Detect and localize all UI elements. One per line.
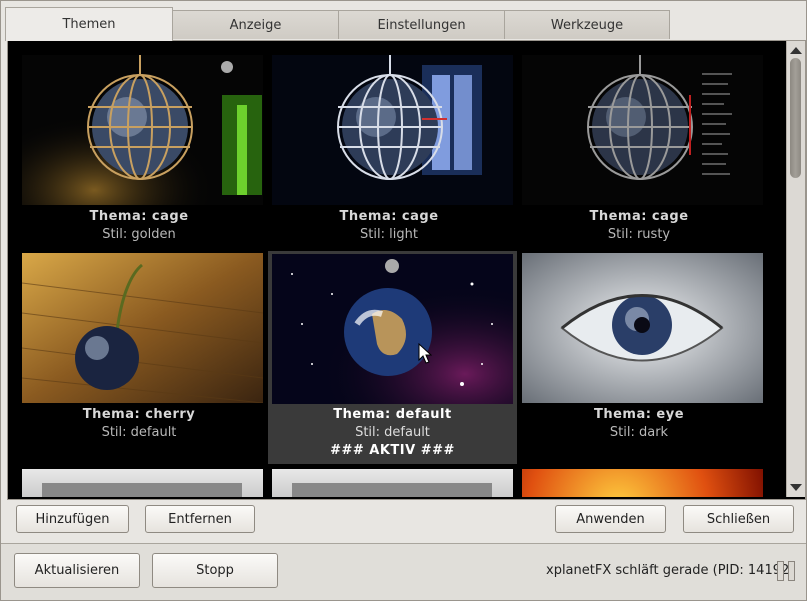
theme-thumbnail: [272, 469, 513, 497]
tab-einstellungen[interactable]: Einstellungen: [338, 10, 505, 39]
tab-werkzeuge[interactable]: Werkzeuge: [504, 10, 670, 39]
app-window: Themen Anzeige Einstellungen Werkzeuge T…: [0, 0, 807, 601]
theme-thumbnail: [272, 254, 513, 404]
theme-item-partial[interactable]: [14, 467, 264, 497]
theme-item-cage-light[interactable]: Thema: cage Stil: light: [264, 41, 514, 247]
theme-name: Thema: eye: [593, 407, 685, 422]
theme-item-partial[interactable]: [264, 467, 514, 497]
theme-name: Thema: cage: [339, 209, 439, 224]
theme-item-cage-rusty[interactable]: Thema: cage Stil: rusty: [514, 41, 764, 247]
tab-themen[interactable]: Themen: [5, 7, 173, 41]
theme-style: Stil: golden: [102, 227, 176, 242]
pause-icon[interactable]: [777, 561, 797, 581]
apply-button[interactable]: Anwenden: [555, 505, 666, 533]
theme-style: Stil: rusty: [607, 227, 671, 242]
theme-thumbnail: [22, 55, 263, 205]
theme-name: Thema: default: [333, 407, 452, 422]
theme-thumbnail: [272, 55, 513, 205]
theme-item-partial[interactable]: [514, 467, 764, 497]
theme-grid: Thema: cage Stil: golden Thema: cage Sti…: [8, 41, 784, 497]
theme-thumbnail: [22, 469, 263, 497]
refresh-button[interactable]: Aktualisieren: [14, 553, 140, 588]
theme-item-cage-golden[interactable]: Thema: cage Stil: golden: [14, 41, 264, 247]
scroll-up-icon[interactable]: [790, 47, 802, 54]
theme-thumbnail: [522, 253, 763, 403]
remove-button[interactable]: Entfernen: [145, 505, 255, 533]
theme-gallery-panel: Thema: cage Stil: golden Thema: cage Sti…: [7, 40, 806, 500]
scrollbar-thumb[interactable]: [790, 58, 801, 178]
mouse-cursor-icon: [418, 343, 432, 364]
scroll-down-icon[interactable]: [790, 484, 802, 491]
add-button[interactable]: Hinzufügen: [16, 505, 129, 533]
vertical-scrollbar[interactable]: [786, 41, 805, 497]
theme-item-eye-dark[interactable]: Thema: eye Stil: dark: [514, 249, 764, 463]
theme-thumbnail: [522, 55, 763, 205]
theme-name: Thema: cherry: [82, 407, 196, 422]
active-theme-badge: ### AKTIV ###: [330, 443, 455, 458]
theme-style: Stil: light: [360, 227, 418, 242]
theme-thumbnail: [22, 253, 263, 403]
theme-name: Thema: cage: [89, 209, 189, 224]
tab-bar: Themen Anzeige Einstellungen Werkzeuge: [5, 7, 805, 41]
theme-style: Stil: default: [355, 425, 430, 440]
theme-thumbnail: [522, 469, 763, 497]
close-button[interactable]: Schließen: [683, 505, 794, 533]
stop-button[interactable]: Stopp: [152, 553, 278, 588]
theme-item-cherry-default[interactable]: Thema: cherry Stil: default: [14, 249, 264, 463]
theme-name: Thema: cage: [589, 209, 689, 224]
theme-style: Stil: dark: [609, 425, 669, 440]
theme-style: Stil: default: [101, 425, 177, 440]
status-text: xplanetFX schläft gerade (PID: 14192): [546, 563, 795, 578]
tab-anzeige[interactable]: Anzeige: [172, 10, 339, 39]
theme-item-default-default[interactable]: Thema: default Stil: default ### AKTIV #…: [268, 251, 517, 464]
